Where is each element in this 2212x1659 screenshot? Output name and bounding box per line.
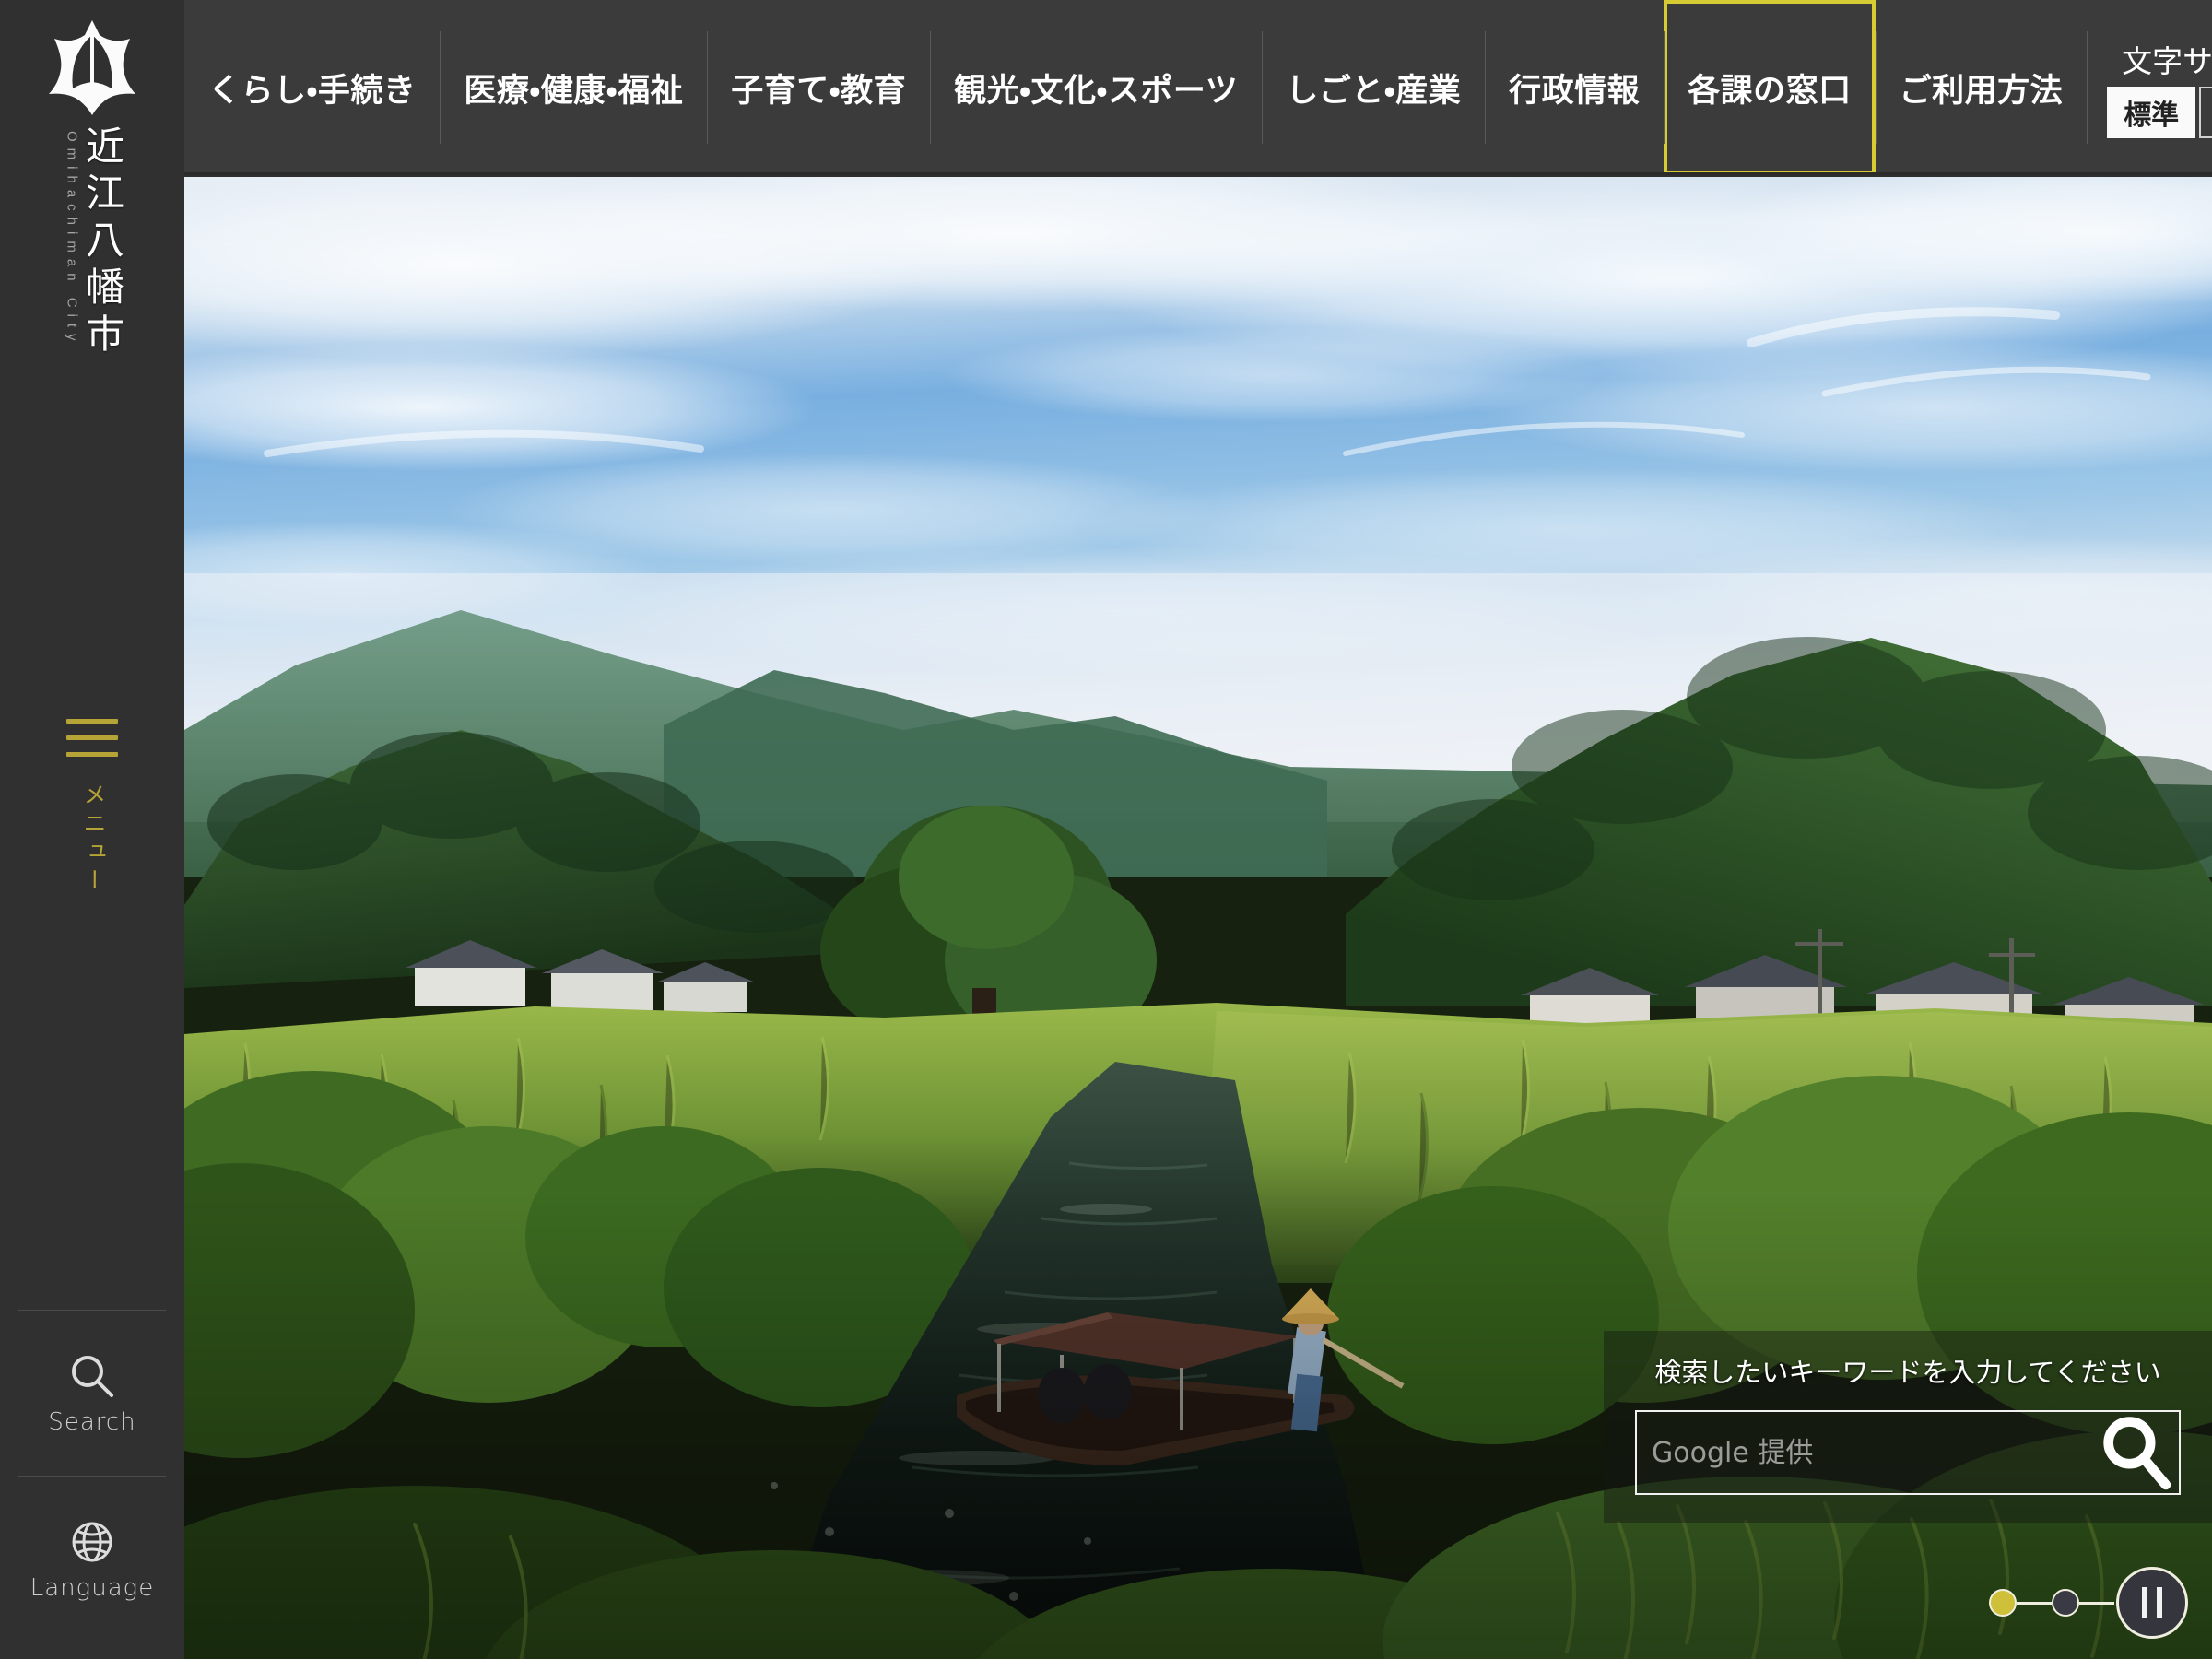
nav-item-kanko[interactable]: 観光・文化・スポーツ [930,0,1262,175]
font-size-enlarge-button[interactable]: 拡大 [2199,87,2212,138]
site-logo[interactable]: 近江八幡市 Omihachiman City [0,17,184,360]
carousel-pause-button[interactable] [2116,1567,2188,1639]
globe-icon [0,1517,184,1567]
carousel-connector [2079,1601,2114,1605]
pause-icon [2142,1587,2147,1618]
carousel-connector [2017,1601,2052,1605]
nav-item-gyosei[interactable]: 行政情報 [1485,0,1664,175]
search-icon [2103,1417,2171,1490]
font-size-buttons: 標準 拡大 [2107,87,2212,138]
sidebar-language-label: Language [29,1574,155,1602]
sidebar-item-language[interactable]: Language [0,1476,184,1651]
pause-icon [2157,1587,2162,1618]
carousel-controls [1989,1567,2188,1639]
search-icon [0,1351,184,1401]
page-root: 近江八幡市 Omihachiman City メニュー Search Langu… [0,0,2212,1659]
search-submit-button[interactable] [2094,1412,2179,1493]
carousel-dot-1[interactable] [1989,1589,2017,1617]
hamburger-icon [66,719,118,757]
brand-name-jp: 近江八幡市 [79,125,123,360]
hero-search-panel: 検索したいキーワードを入力してください [1604,1331,2212,1523]
brand-name-en: Omihachiman City [64,131,80,347]
top-navigation: くらし・手続き 医療・健康・福祉 子育て・教育 観光・文化・スポーツ しごと・産… [184,0,2212,175]
font-size-title: 文字サイズ [2122,43,2212,79]
hero-carousel-image[interactable]: 検索したいキーワードを入力してください [184,177,2212,1659]
sidebar-menu-button[interactable]: メニュー [0,719,184,897]
carousel-dot-2[interactable] [2052,1589,2079,1617]
sidebar-menu-label: メニュー [80,782,105,897]
sidebar-search-label: Search [48,1408,136,1436]
nav-item-iryo[interactable]: 医療・健康・福祉 [440,0,707,175]
nav-item-shigoto[interactable]: しごと・産業 [1262,0,1485,175]
nav-item-kurashi[interactable]: くらし・手続き [184,0,440,175]
font-size-control: 文字サイズ 標準 拡大 [2087,0,2212,175]
search-panel-title: 検索したいキーワードを入力してください [1654,1357,2161,1388]
search-input[interactable] [1637,1412,2094,1493]
divider [18,1476,166,1477]
font-size-standard-button[interactable]: 標準 [2107,87,2196,138]
city-crest-icon [49,20,135,115]
nav-item-goriyo[interactable]: ご利用方法 [1875,0,2088,175]
nav-item-kosodate[interactable]: 子育て・教育 [707,0,930,175]
nav-item-kakuka-madoguchi[interactable]: 各課の窓口 [1664,0,1876,175]
search-row [1635,1410,2181,1495]
sidebar-item-search[interactable]: Search [0,1310,184,1476]
left-sidebar: 近江八幡市 Omihachiman City メニュー Search Langu… [0,0,184,1659]
divider [18,1310,166,1311]
